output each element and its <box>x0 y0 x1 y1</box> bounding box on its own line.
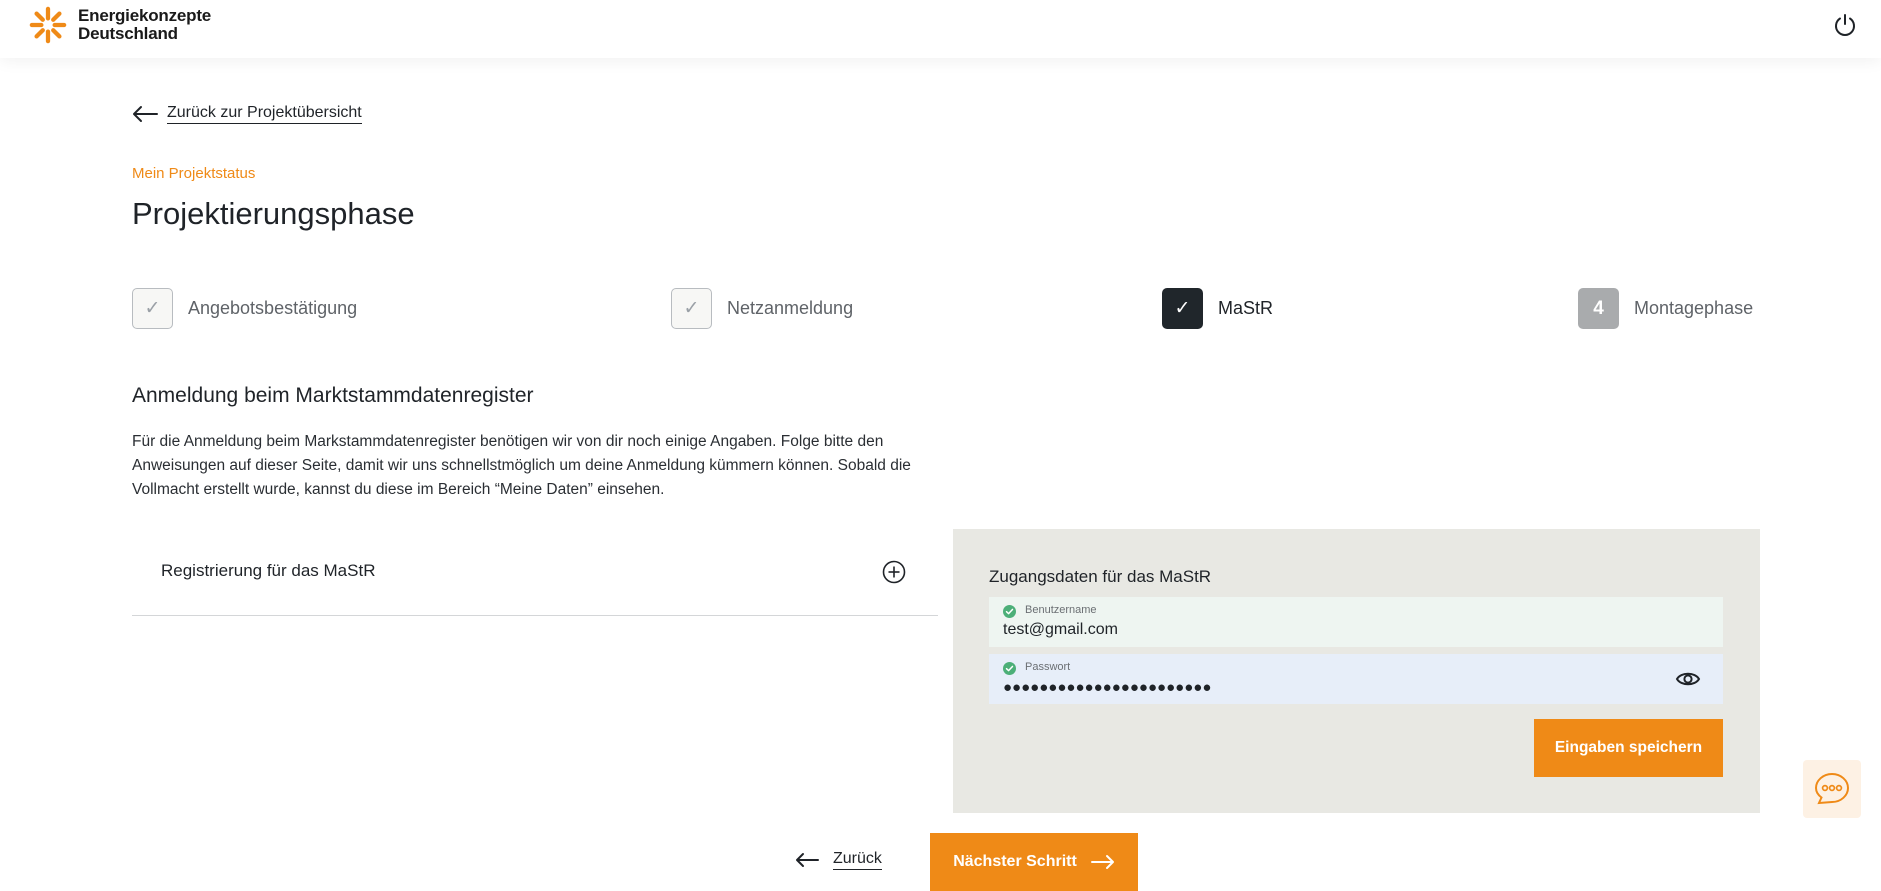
step-label: MaStR <box>1218 298 1274 318</box>
section-title: Anmeldung beim Marktstammdatenregister <box>132 384 534 407</box>
sun-logo-icon <box>29 6 67 44</box>
back-button[interactable]: Zurück <box>795 850 882 870</box>
chat-button[interactable] <box>1803 760 1861 818</box>
arrow-left-icon <box>796 853 819 867</box>
next-step-button[interactable]: Nächster Schritt <box>930 833 1138 891</box>
valid-check-icon <box>1003 662 1016 675</box>
power-icon[interactable] <box>1832 12 1858 38</box>
valid-check-icon <box>1003 605 1016 618</box>
step-label: Angebotsbestätigung <box>188 298 358 318</box>
step-label: Montagephase <box>1634 298 1754 318</box>
plus-circle-icon[interactable] <box>882 560 906 584</box>
chat-bubble-icon <box>1814 772 1850 805</box>
credentials-panel: Zugangsdaten für das MaStR Benutzername … <box>953 529 1760 813</box>
section-intro: Für die Anmeldung beim Markstammdatenreg… <box>132 433 911 498</box>
password-value[interactable]: ●●●●●●●●●●●●●●●●●●●●●●● <box>1003 679 1653 696</box>
back-to-overview-link[interactable]: Zurück zur Projektübersicht <box>132 104 362 124</box>
arrow-right-icon <box>1090 855 1114 869</box>
arrow-left-icon <box>133 106 158 122</box>
credentials-title: Zugangsdaten für das MaStR <box>989 567 1212 586</box>
page-title: Projektierungsphase <box>132 196 415 231</box>
password-field[interactable]: Passwort ●●●●●●●●●●●●●●●●●●●●●●● <box>989 654 1723 704</box>
status-eyebrow: Mein Projektstatus <box>132 165 256 182</box>
eye-icon[interactable] <box>1675 668 1701 690</box>
registration-accordion[interactable]: Registrierung für das MaStR <box>132 540 938 616</box>
step-netzanmeldung[interactable]: ✓ Netzanmeldung <box>671 288 853 329</box>
step-number: 4 <box>1578 288 1619 329</box>
username-label: Benutzername <box>1025 604 1097 616</box>
app-header: Energiekonzepte Deutschland <box>0 0 1881 58</box>
check-icon: ✓ <box>132 288 173 329</box>
brand-name-line2: Deutschland <box>78 24 178 43</box>
step-montagephase[interactable]: 4 Montagephase <box>1578 288 1753 329</box>
step-angebotsbestaetigung[interactable]: ✓ Angebotsbestätigung <box>132 288 357 329</box>
save-button[interactable]: Eingaben speichern <box>1534 719 1723 777</box>
username-field[interactable]: Benutzername test@gmail.com <box>989 597 1723 647</box>
username-value[interactable]: test@gmail.com <box>1003 621 1653 639</box>
next-step-label: Nächster Schritt <box>953 853 1077 870</box>
password-label: Passwort <box>1025 661 1071 673</box>
back-to-overview-label: Zurück zur Projektübersicht <box>167 104 362 124</box>
check-icon: ✓ <box>1162 288 1203 329</box>
accordion-label: Registrierung für das MaStR <box>161 561 376 580</box>
step-label: Netzanmeldung <box>727 298 854 318</box>
check-icon: ✓ <box>671 288 712 329</box>
brand-name[interactable]: Energiekonzepte Deutschland <box>78 7 211 43</box>
brand-name-line1: Energiekonzepte <box>78 6 212 25</box>
step-mastr[interactable]: ✓ MaStR <box>1162 288 1273 329</box>
back-label: Zurück <box>833 850 882 870</box>
